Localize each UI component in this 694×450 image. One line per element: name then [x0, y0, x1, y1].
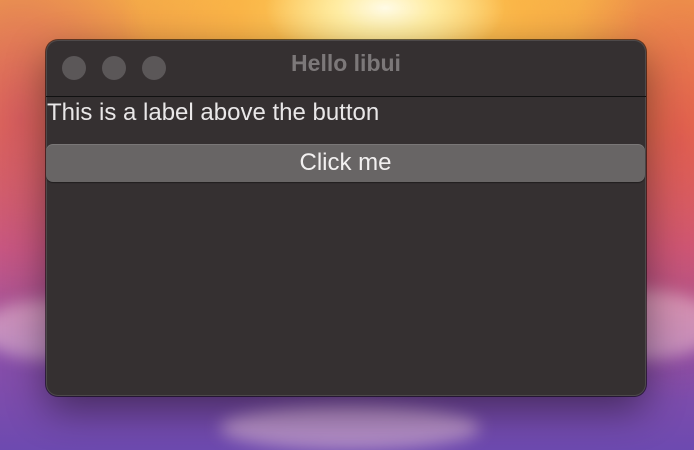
label-text: This is a label above the button	[47, 99, 380, 126]
title-bar[interactable]: Hello libui	[46, 40, 646, 97]
window-title: Hello libui	[291, 50, 401, 76]
click-me-button[interactable]: Click me	[46, 144, 645, 182]
wallpaper-cloud	[220, 405, 480, 450]
app-window: Hello libui This is a label above the bu…	[46, 40, 646, 396]
